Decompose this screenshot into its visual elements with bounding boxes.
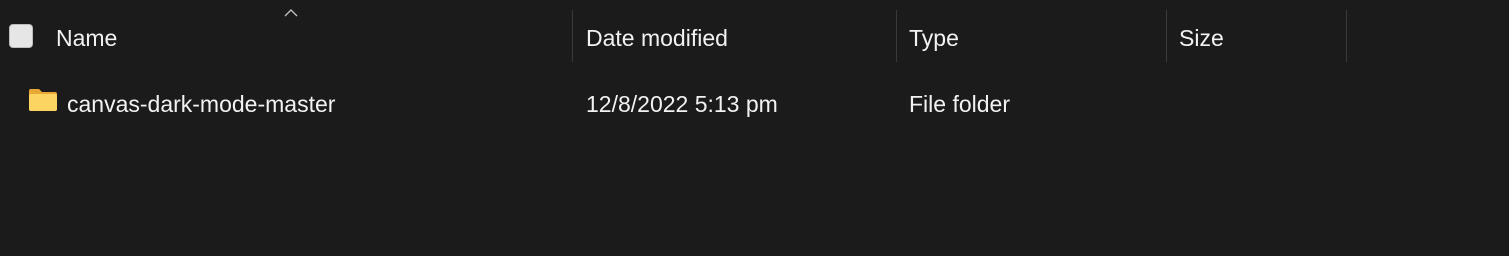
column-header-bar: Name Date modified Type Size	[0, 0, 1509, 68]
column-divider[interactable]	[572, 10, 573, 62]
folder-icon	[29, 89, 57, 111]
column-header-date-modified[interactable]: Date modified	[586, 0, 891, 62]
column-divider[interactable]	[896, 10, 897, 62]
select-all-checkbox[interactable]	[9, 24, 33, 48]
column-divider[interactable]	[1166, 10, 1167, 62]
file-date-modified: 12/8/2022 5:13 pm	[586, 91, 778, 117]
file-name: canvas-dark-mode-master	[67, 91, 336, 117]
column-divider[interactable]	[1346, 10, 1347, 62]
column-header-name[interactable]: Name	[56, 0, 566, 62]
file-row[interactable]: canvas-dark-mode-master 12/8/2022 5:13 p…	[0, 80, 1509, 128]
file-type: File folder	[909, 91, 1010, 117]
column-header-type[interactable]: Type	[909, 0, 1161, 62]
file-list-view: Name Date modified Type Size canvas-dark…	[0, 0, 1509, 256]
column-header-size[interactable]: Size	[1179, 0, 1339, 62]
